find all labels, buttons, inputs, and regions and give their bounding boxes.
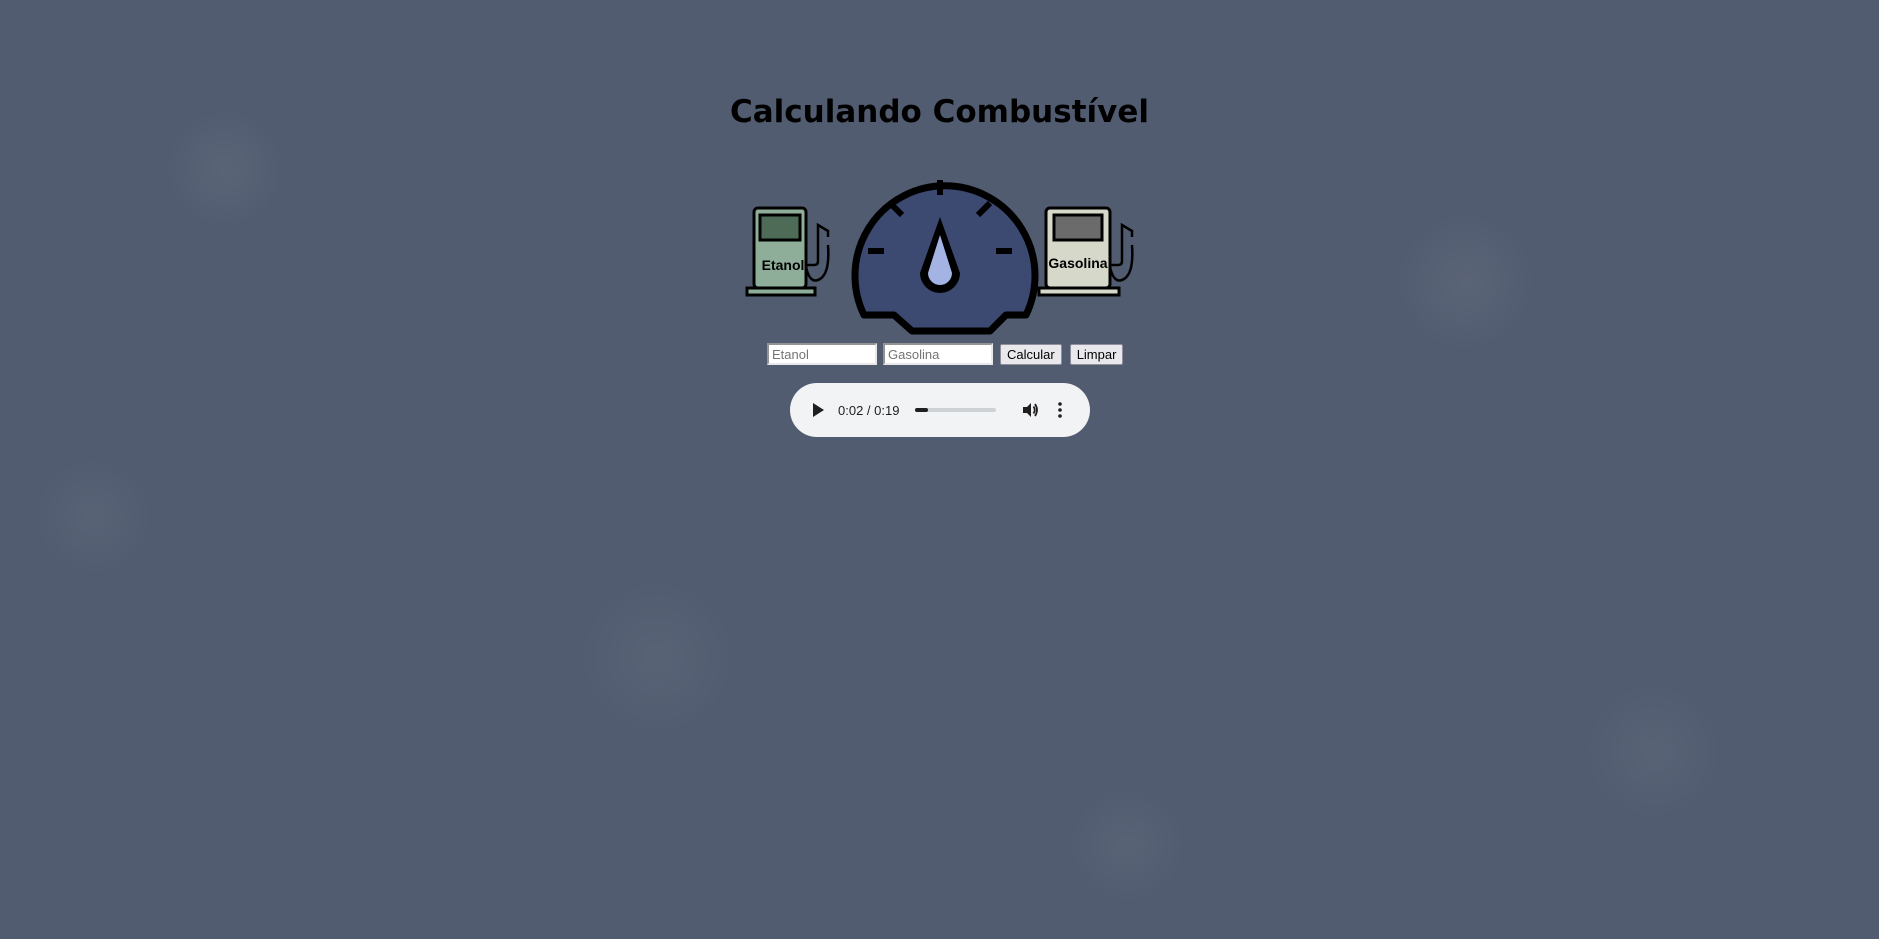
gasolina-pump-label: Gasolina (1048, 255, 1107, 271)
etanol-input[interactable] (767, 343, 877, 365)
calcular-button[interactable]: Calcular (1000, 343, 1062, 365)
more-options-icon[interactable] (1048, 394, 1072, 426)
fuel-form: Calcular Limpar (764, 343, 1127, 365)
limpar-button[interactable]: Limpar (1069, 343, 1124, 365)
gasolina-input[interactable] (883, 343, 993, 365)
volume-icon[interactable] (1014, 394, 1046, 426)
page-title: Calculando Combustível (730, 94, 1149, 130)
audio-time: 0:02 / 0:19 (838, 402, 900, 418)
etanol-pump-icon: Etanol (745, 206, 830, 297)
audio-player: 0:02 / 0:19 (790, 383, 1090, 437)
fuel-illustration: Etanol Gasolina (744, 155, 1144, 337)
audio-progress-slider[interactable] (915, 408, 997, 412)
gasolina-pump-icon: Gasolina (1037, 206, 1134, 297)
play-icon[interactable] (802, 394, 834, 426)
etanol-pump-label: Etanol (762, 257, 805, 273)
fuel-gauge-icon (851, 180, 1039, 335)
audio-progress-fill (915, 408, 928, 412)
